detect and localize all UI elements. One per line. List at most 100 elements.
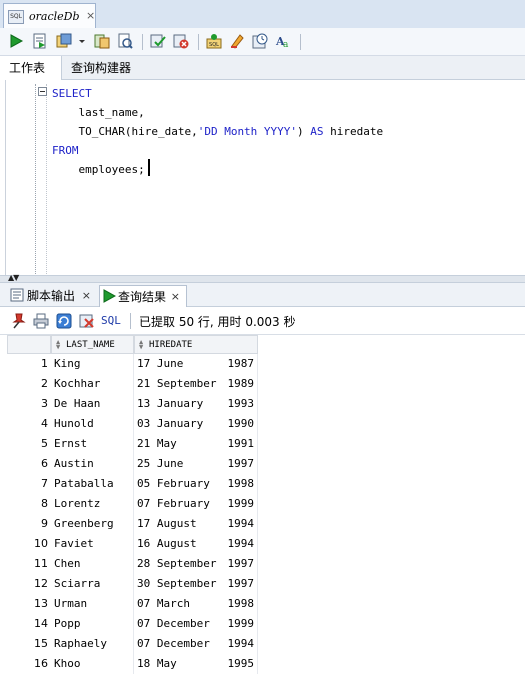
cell-last-name[interactable]: Hunold [51,414,134,434]
cell-last-name[interactable]: Raphaely [51,634,134,654]
toolbar-separator [142,34,143,50]
code-line[interactable]: FROM [52,141,79,160]
table-row[interactable]: 3 De Haan 13 January 1993 [7,394,258,414]
code-line[interactable]: SELECT [52,84,92,103]
cell-last-name[interactable]: Kochhar [51,374,134,394]
cell-last-name[interactable]: Faviet [51,534,134,554]
run-statement-icon[interactable] [8,33,24,49]
row-number: 14 [34,617,48,630]
dropdown-arrow-icon[interactable] [77,33,87,49]
cell-hiredate[interactable]: 17 August 1994 [134,514,258,534]
table-row[interactable]: 6 Austin 25 June 1997 [7,454,258,474]
close-tab-icon[interactable]: × [82,285,91,307]
hiredate-year: 1998 [227,477,255,490]
cell-last-name[interactable]: De Haan [51,394,134,414]
pin-icon[interactable] [10,313,26,329]
column-header-hiredate[interactable]: ▲ ▼ HIREDATE [134,335,258,354]
cell-hiredate[interactable]: 25 June 1997 [134,454,258,474]
table-row[interactable]: 7 Pataballa 05 February 1998 [7,474,258,494]
tab-worksheet[interactable]: 工作表 [0,56,62,80]
sql-tuning-icon[interactable] [117,33,133,49]
cell-hiredate[interactable]: 21 September 1989 [134,374,258,394]
table-row[interactable]: 4 Hunold 03 January 1990 [7,414,258,434]
cell-hiredate[interactable]: 07 March 1998 [134,594,258,614]
sql-link[interactable]: SQL [101,314,121,327]
column-header-label: HIREDATE [149,340,193,350]
cell-hiredate[interactable]: 07 February 1999 [134,494,258,514]
refresh-icon[interactable] [56,313,72,329]
cell-last-name[interactable]: Urman [51,594,134,614]
table-row[interactable]: 1 King 17 June 1987 [7,354,258,374]
table-row[interactable]: 14 Popp 07 December 1999 [7,614,258,634]
close-tab-icon[interactable]: × [171,286,180,308]
cell-hiredate[interactable]: 30 September 1997 [134,574,258,594]
cell-hiredate[interactable]: 17 June 1987 [134,354,258,374]
hiredate-year: 1999 [227,617,255,630]
cell-last-name[interactable]: King [51,354,134,374]
cell-hiredate[interactable]: 05 February 1998 [134,474,258,494]
cell-last-name[interactable]: Greenberg [51,514,134,534]
print-icon[interactable] [33,313,49,329]
document-tab-oracledb[interactable]: SQL oracleDb × [3,3,96,28]
cancel-query-icon[interactable] [79,313,95,329]
cell-hiredate[interactable]: 18 May 1995 [134,654,258,674]
cell-hiredate[interactable]: 07 December 1999 [134,614,258,634]
cell-last-name[interactable]: Sciarra [51,574,134,594]
tab-query-builder[interactable]: 查询构建器 [63,56,131,80]
tab-query-result[interactable]: 查询结果 × [99,285,187,307]
rollback-icon[interactable] [173,33,189,49]
tab-script-output[interactable]: 脚本输出 × [7,285,97,307]
code-line[interactable]: TO_CHAR(hire_date,'DD Month YYYY') AS hi… [52,122,383,141]
toolbar-separator [300,34,301,50]
toolbar-separator [130,313,131,329]
table-row[interactable]: 2 Kochhar 21 September 1989 [7,374,258,394]
svg-text:SQL: SQL [209,42,219,48]
table-row[interactable]: 10 Faviet 16 August 1994 [7,534,258,554]
cell-last-name[interactable]: Pataballa [51,474,134,494]
cell-hiredate[interactable]: 28 September 1997 [134,554,258,574]
hiredate-year: 1997 [227,457,255,470]
cell-hiredate[interactable]: 07 December 1994 [134,634,258,654]
panel-splitter[interactable]: ▲▼ [0,273,525,283]
run-script-icon[interactable] [32,33,48,49]
table-row[interactable]: 11 Chen 28 September 1997 [7,554,258,574]
sql-history-icon[interactable] [252,33,268,49]
unshared-sql-icon[interactable]: SQL [206,33,222,49]
format-icon[interactable]: Aa [275,33,291,49]
table-row[interactable]: 15 Raphaely 07 December 1994 [7,634,258,654]
cell-last-name[interactable]: Popp [51,614,134,634]
splitter-arrows-icon[interactable]: ▲▼ [8,273,19,283]
cell-last-name[interactable]: Khoo [51,654,134,674]
sql-text: ) [297,125,311,138]
explain-plan-icon[interactable] [94,33,110,49]
commit-icon[interactable] [150,33,166,49]
hiredate-day-month: 17 August [137,517,197,530]
row-number: 2 [41,377,48,390]
code-line[interactable]: last_name, [52,103,144,122]
clear-icon[interactable] [229,33,245,49]
table-row[interactable]: 16 Khoo 18 May 1995 [7,654,258,674]
sql-keyword: SELECT [52,87,92,100]
column-header-last-name[interactable]: ▲ ▼ LAST_NAME [51,335,134,354]
hiredate-year: 1987 [227,357,255,370]
hiredate-year: 1995 [227,657,255,670]
cell-last-name[interactable]: Austin [51,454,134,474]
autotrace-icon[interactable] [56,33,72,49]
cell-last-name[interactable]: Chen [51,554,134,574]
table-row[interactable]: 13 Urman 07 March 1998 [7,594,258,614]
cell-last-name[interactable]: Ernst [51,434,134,454]
table-row[interactable]: 12 Sciarra 30 September 1997 [7,574,258,594]
cell-hiredate[interactable]: 13 January 1993 [134,394,258,414]
cell-hiredate[interactable]: 03 January 1990 [134,414,258,434]
code-line[interactable]: employees; [52,160,144,179]
close-tab-icon[interactable]: × [86,9,95,22]
tab-script-output-label: 脚本输出 [27,289,76,303]
table-row[interactable]: 8 Lorentz 07 February 1999 [7,494,258,514]
table-row[interactable]: 9 Greenberg 17 August 1994 [7,514,258,534]
cell-hiredate[interactable]: 21 May 1991 [134,434,258,454]
cell-hiredate[interactable]: 16 August 1994 [134,534,258,554]
cell-last-name[interactable]: Lorentz [51,494,134,514]
row-number: 5 [41,437,48,450]
table-row[interactable]: 5 Ernst 21 May 1991 [7,434,258,454]
code-fold-icon[interactable] [38,87,47,96]
